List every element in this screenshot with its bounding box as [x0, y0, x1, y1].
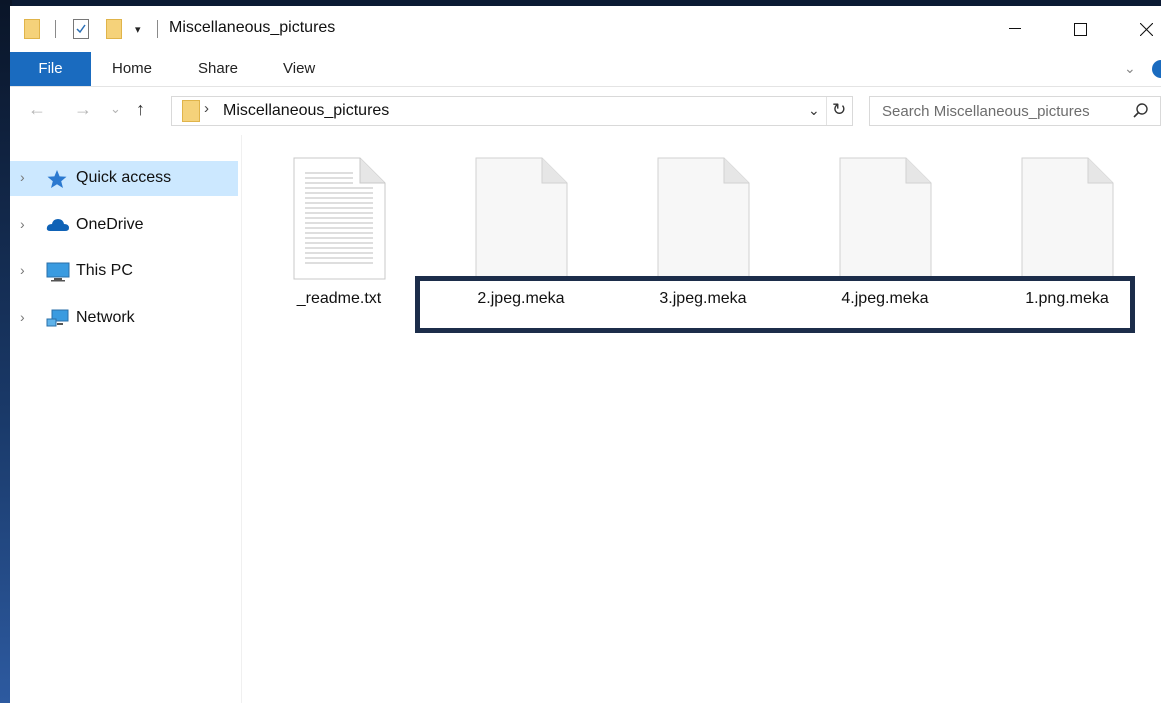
forward-button[interactable]: →	[74, 99, 92, 120]
ribbon: File Home Share View ⌄	[10, 52, 1161, 87]
up-button[interactable]: ↑	[136, 99, 145, 120]
tab-view[interactable]: View	[283, 52, 315, 86]
file-name: 3.jpeg.meka	[659, 290, 747, 307]
tab-file[interactable]: File	[10, 52, 91, 86]
file-name: 2.jpeg.meka	[477, 290, 565, 307]
monitor-icon	[46, 262, 70, 282]
chevron-right-icon[interactable]: ›	[20, 169, 25, 185]
folder-icon	[182, 100, 200, 122]
file-item[interactable]: 1.png.meka	[992, 157, 1142, 307]
refresh-button[interactable]: ↻	[832, 100, 846, 120]
file-item[interactable]: _readme.txt	[264, 157, 414, 307]
file-item[interactable]: 2.jpeg.meka	[446, 157, 596, 307]
file-name: _readme.txt	[296, 290, 382, 307]
expand-ribbon-icon[interactable]: ⌄	[1124, 60, 1136, 77]
breadcrumb[interactable]: Miscellaneous_pictures	[223, 102, 389, 120]
navigation-bar: ← → ⌄ ↑ › Miscellaneous_pictures ⌄ ↻ Sea…	[10, 87, 1161, 135]
window-title: Miscellaneous_pictures	[169, 19, 336, 36]
tab-share[interactable]: Share	[198, 52, 238, 86]
toolbar-separator	[157, 20, 158, 38]
chevron-right-icon[interactable]: ›	[20, 309, 25, 325]
cloud-icon	[46, 219, 69, 231]
back-button[interactable]: ←	[28, 99, 46, 120]
blank-document-icon	[475, 157, 568, 280]
blank-document-icon	[657, 157, 750, 280]
chevron-right-icon[interactable]: ›	[20, 216, 25, 232]
file-item[interactable]: 3.jpeg.meka	[628, 157, 778, 307]
toolbar-separator	[55, 20, 56, 38]
file-name: 4.jpeg.meka	[841, 290, 929, 307]
breadcrumb-separator[interactable]: ›	[204, 100, 209, 117]
sidebar-item-network[interactable]: › Network	[10, 301, 238, 336]
search-input[interactable]: Search Miscellaneous_pictures	[869, 96, 1161, 126]
blank-document-icon	[839, 157, 932, 280]
file-list: _readme.txt 2.jpeg.meka 3.jpeg.meka 4.jp…	[242, 135, 1161, 703]
folder-icon	[24, 19, 40, 39]
sidebar-item-quick-access[interactable]: › Quick access	[10, 161, 238, 196]
minimize-button[interactable]	[995, 14, 1035, 44]
help-icon[interactable]	[1152, 60, 1161, 78]
search-placeholder: Search Miscellaneous_pictures	[882, 103, 1090, 120]
navigation-pane: › Quick access › OneDrive › This PC › Ne…	[10, 135, 242, 703]
new-folder-icon[interactable]	[106, 19, 122, 39]
sidebar-item-label: Quick access	[76, 169, 172, 186]
file-explorer-window: ▾ Miscellaneous_pictures File Home Share…	[10, 6, 1161, 703]
sidebar-item-this-pc[interactable]: › This PC	[10, 254, 238, 289]
sidebar-item-onedrive[interactable]: › OneDrive	[10, 208, 238, 243]
divider	[826, 97, 827, 125]
text-document-icon	[293, 157, 386, 280]
sidebar-item-label: OneDrive	[76, 216, 144, 233]
quick-access-toolbar-dropdown[interactable]: ▾	[135, 23, 141, 36]
maximize-button[interactable]	[1060, 14, 1100, 44]
sidebar-item-label: Network	[76, 309, 135, 326]
star-icon	[47, 170, 67, 188]
sidebar-item-label: This PC	[76, 262, 133, 279]
address-bar[interactable]: › Miscellaneous_pictures ⌄ ↻	[171, 96, 853, 126]
title-bar: ▾ Miscellaneous_pictures	[10, 6, 1161, 52]
tab-home[interactable]: Home	[112, 52, 152, 86]
properties-icon[interactable]	[73, 19, 89, 39]
blank-document-icon	[1021, 157, 1114, 280]
file-item[interactable]: 4.jpeg.meka	[810, 157, 960, 307]
address-dropdown-button[interactable]: ⌄	[808, 102, 820, 119]
close-button[interactable]	[1126, 14, 1161, 44]
chevron-right-icon[interactable]: ›	[20, 262, 25, 278]
recent-locations-button[interactable]: ⌄	[110, 101, 121, 117]
search-icon[interactable]	[1132, 102, 1150, 120]
file-name: 1.png.meka	[1025, 290, 1109, 307]
network-icon	[46, 309, 69, 327]
